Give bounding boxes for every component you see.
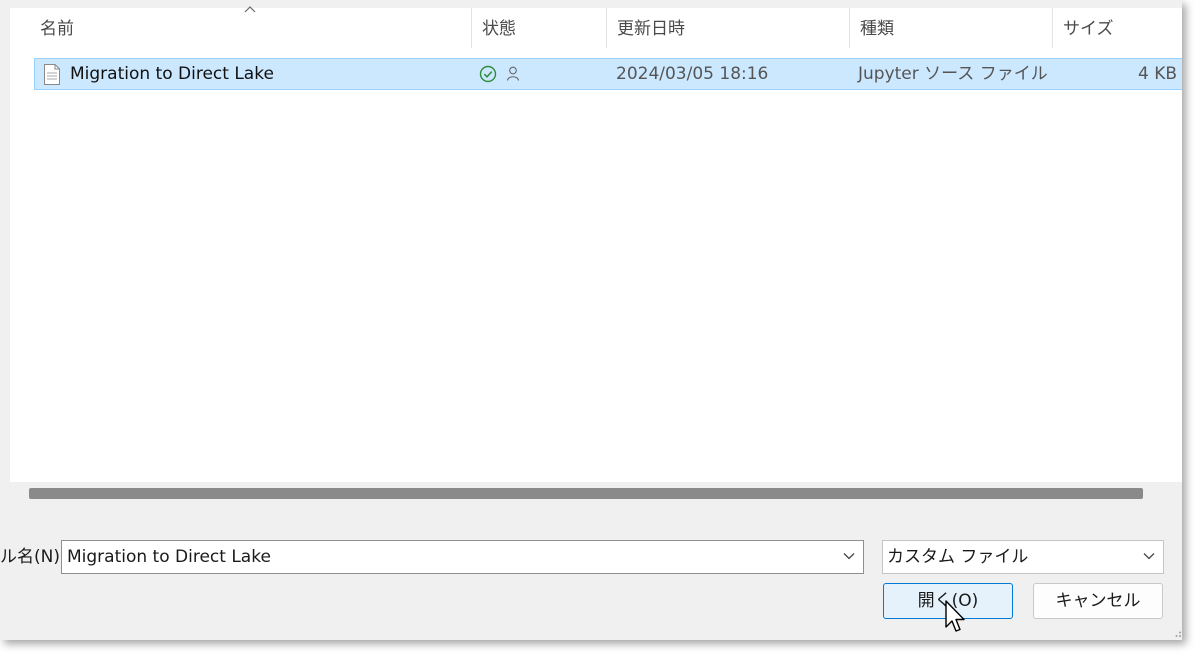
file-type-selected: カスタム ファイル (887, 547, 1029, 567)
file-modified: 2024/03/05 18:16 (616, 64, 769, 84)
column-header-status[interactable]: 状態 (472, 8, 605, 52)
column-header-size[interactable]: サイズ (1053, 8, 1182, 52)
file-list-pane: 名前 状態 更新日時 種類 サイズ Migration to Direct La… (10, 6, 1182, 489)
mouse-pointer-icon (945, 600, 965, 632)
resize-grip-icon[interactable] (1172, 628, 1182, 638)
column-header-row: 名前 状態 更新日時 種類 サイズ (10, 6, 1182, 52)
column-header-type[interactable]: 種類 (850, 8, 1052, 52)
file-status (479, 65, 522, 85)
chevron-down-icon[interactable] (1143, 552, 1155, 560)
file-row[interactable]: Migration to Direct Lake 2024/03/05 18:1… (34, 58, 1182, 90)
filename-value: Migration to Direct Lake (67, 547, 271, 567)
document-icon (44, 64, 60, 85)
filename-label: ル名(N): (0, 547, 66, 567)
open-file-dialog: 名前 状態 更新日時 種類 サイズ Migration to Direct La… (0, 0, 1182, 640)
chevron-down-icon[interactable] (843, 552, 855, 560)
cancel-button[interactable]: キャンセル (1033, 583, 1163, 619)
file-size: 4 KB (1137, 64, 1177, 84)
synced-check-icon (479, 65, 497, 83)
file-type-select[interactable]: カスタム ファイル (882, 540, 1164, 574)
file-type: Jupyter ソース ファイル (858, 64, 1048, 84)
horizontal-scrollbar-thumb[interactable] (29, 488, 1143, 499)
column-header-modified[interactable]: 更新日時 (607, 8, 849, 52)
filename-input[interactable]: Migration to Direct Lake (61, 540, 864, 574)
shared-person-icon (507, 66, 520, 81)
column-header-name[interactable]: 名前 (30, 8, 470, 52)
file-name: Migration to Direct Lake (70, 64, 274, 84)
